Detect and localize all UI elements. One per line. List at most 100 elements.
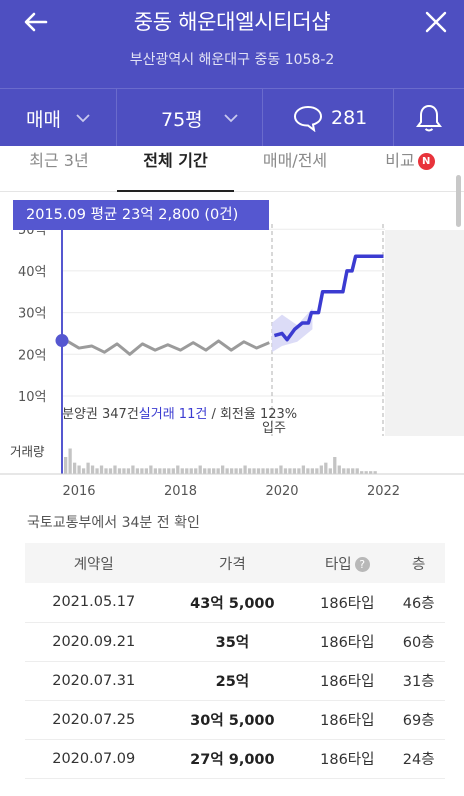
volume-bar [243,465,247,474]
volume-bar [68,448,72,474]
cell-price: 30억 5,000 [162,700,303,740]
price-chart: 10억20억30억40억50억 분양권 347건실거래 11건 / 회전율 12… [0,223,464,499]
close-button[interactable] [418,8,454,44]
volume-label: 거래량 [10,444,45,459]
arrow-left-icon [24,12,48,32]
volume-bar [153,468,157,474]
volume-bar [310,468,314,474]
volume-bar [95,468,99,474]
volume-bar [203,468,207,474]
cell-date: 2020.07.25 [25,700,163,740]
volume-bar [212,468,216,474]
volume-bar [131,465,135,474]
cell-floor: 69층 [392,700,445,740]
period-tabs: 최근 3년 전체 기간 매매/전세 비교 N [0,146,464,192]
table-row[interactable]: 2021.05.17 43억 5,000 186타입 46층 [25,583,445,623]
cell-date: 2020.07.31 [25,661,163,701]
move-in-label: 입주 [262,421,286,436]
volume-bar [64,457,68,474]
volume-bar [351,468,355,474]
volume-bar [81,468,86,474]
gridlines [62,228,385,397]
volume-bar [140,468,144,474]
volume-bar [158,468,162,474]
area-select[interactable]: 75평 [161,89,239,147]
volume-bar [117,468,122,474]
col-header-date: 계약일 [25,543,163,583]
future-area [385,230,464,436]
comments-button[interactable]: 281 [293,89,367,147]
tab-recent-3y[interactable]: 최근 3년 [20,146,98,192]
table-row[interactable]: 2020.09.21 35억 186타입 60층 [25,622,445,662]
series-line [65,339,270,356]
stats-line: 분양권 347건실거래 11건 / 회전율 123% [62,407,297,422]
cell-type: 186타입 [302,661,393,701]
tab-all-period[interactable]: 전체 기간 [117,146,234,192]
volume-bar [270,468,274,474]
volume-bar [283,468,288,474]
cell-type: 186타입 [302,700,393,740]
volume-bar [99,465,104,474]
y-tick-label: 10억 [18,390,47,405]
filter-bar: 매매 75평 281 [0,88,464,147]
y-tick-label: 30억 [18,307,47,322]
volume-bar [346,468,350,474]
volume-bar [216,468,220,474]
back-button[interactable] [18,8,54,44]
cell-price: 43억 5,000 [162,583,303,623]
volume-bar [86,462,90,474]
page-title: 중동 해운대엘시티더샵 [133,10,331,34]
volume-bar [333,457,337,474]
update-note: 국토교통부에서 34분 전 확인 [27,515,200,531]
volume-bar [261,468,265,474]
area-value: 75평 [161,108,203,131]
volume-bar [77,465,81,474]
cell-date: 2020.07.09 [25,739,163,779]
deal-type-select[interactable]: 매매 [26,89,91,147]
tab-label: 전체 기간 [143,151,208,170]
volume-bar [189,468,193,474]
volume-bar [149,465,153,474]
volume-bar [306,468,310,474]
volume-bar [256,468,261,474]
cell-type: 186타입 [302,622,393,662]
volume-bar [238,468,243,474]
alert-button[interactable] [415,89,443,147]
comment-count: 281 [331,107,368,129]
tab-sale-jeonse[interactable]: 매매/전세 [250,146,340,192]
col-header-floor: 층 [392,543,445,583]
cell-type: 186타입 [302,739,393,779]
x-tick-label: 2020 [265,484,298,499]
y-tick-label: 40억 [18,265,47,280]
volume-bar [274,468,279,474]
volume-bar [342,468,346,474]
cell-price: 25억 [162,661,303,701]
table-row[interactable]: 2020.07.09 27억 9,000 186타입 24층 [25,739,445,779]
address-text: 부산광역시 해운대구 중동 1058-2 [129,52,335,68]
app-header: 중동 해운대엘시티더샵 부산광역시 해운대구 중동 1058-2 [0,0,464,88]
cursor-dot[interactable] [55,334,69,348]
divider [116,89,117,147]
volume-bar [207,468,211,474]
volume-bar [315,468,319,474]
chart-tooltip: 2015.09 평균 23억 2,800 (0건) [13,200,269,230]
volume-bar [337,465,341,474]
x-tick-label: 2022 [367,484,400,499]
volume-bar [292,468,297,474]
volume-bar [288,468,292,474]
x-tick-label: 2016 [62,484,95,499]
tab-compare[interactable]: 비교 N [378,146,442,192]
cell-floor: 60층 [392,622,445,662]
table-row[interactable]: 2020.07.25 30억 5,000 186타입 69층 [25,700,445,740]
table-row[interactable]: 2020.07.31 25억 186타입 31층 [25,661,445,701]
tab-label: 비교 [385,151,415,170]
volume-bar [113,465,117,474]
volume-bar [279,465,283,474]
volume-bar [171,468,175,474]
volume-bar [176,465,180,474]
divider [393,89,394,147]
cell-price: 35억 [162,622,303,662]
tab-label: 매매/전세 [262,151,328,170]
help-icon[interactable]: ? [354,556,370,572]
volume-bar [135,468,140,474]
